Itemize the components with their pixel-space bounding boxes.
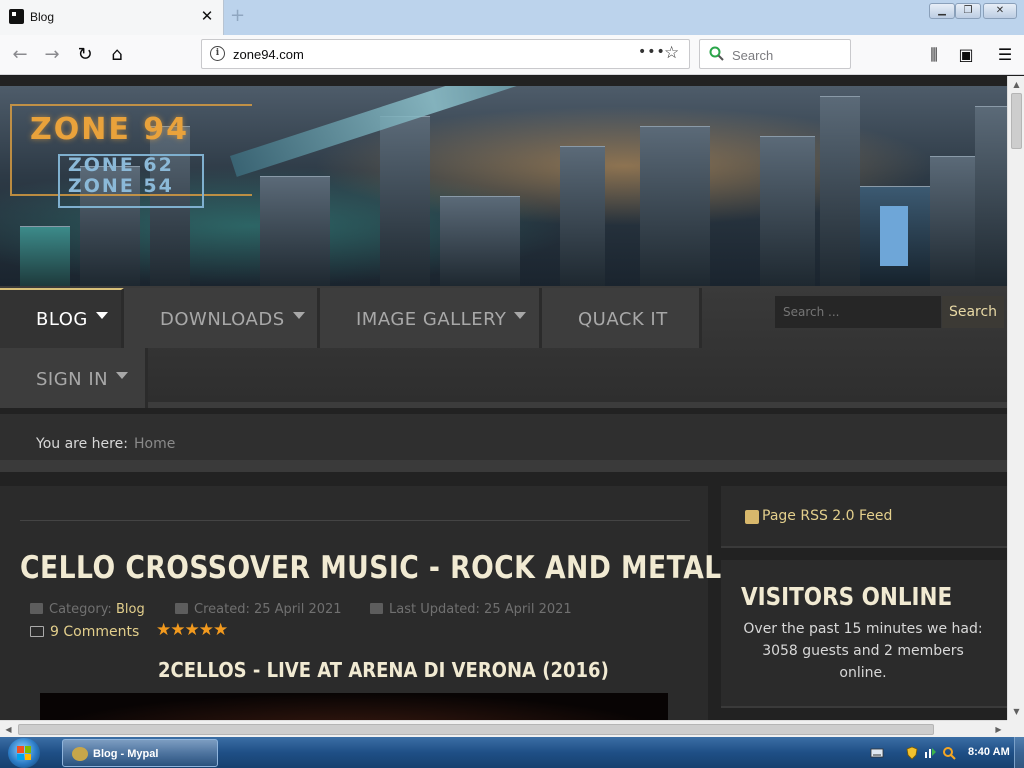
vertical-scroll-thumb[interactable]: [1011, 93, 1022, 149]
visitors-text: Over the past 15 minutes we had: 3058 gu…: [743, 621, 983, 681]
scroll-right-icon[interactable]: ▶: [990, 721, 1007, 738]
chevron-down-icon: [116, 372, 129, 379]
horizontal-scrollbar[interactable]: ◀ ▶: [0, 720, 1007, 737]
url-text[interactable]: zone94.com: [233, 47, 304, 62]
site-favicon-icon: [9, 9, 24, 24]
taskbar-window-label: Blog - Mypal: [93, 748, 159, 760]
sidebar-toggle-icon[interactable]: ▣: [952, 41, 980, 69]
menu-item-blog[interactable]: BLOG: [0, 288, 124, 348]
menu-item-downloads[interactable]: DOWNLOADS: [124, 288, 320, 348]
windows-logo-icon: [17, 746, 31, 760]
browser-search-placeholder: Search: [732, 48, 774, 63]
browser-search-bar[interactable]: Search: [699, 39, 851, 69]
tab-title: Blog: [30, 10, 55, 24]
rss-module: Page RSS 2.0 Feed: [721, 486, 1007, 548]
security-shield-icon[interactable]: [905, 746, 919, 760]
browser-titlebar: Blog ✕ + ▁ ❐ ✕: [0, 0, 1024, 35]
system-clock[interactable]: 8:40 AM: [968, 746, 1010, 758]
article-category: Category: Blog: [30, 602, 145, 617]
page-actions-icon[interactable]: •••: [638, 44, 666, 60]
main-menu: BLOG DOWNLOADS IMAGE GALLERY QUACK IT SI…: [0, 286, 1007, 408]
browser-navbar: ← → ↻ ⌂ i zone94.com ••• ☆ Search ⫼ ▣ ☰: [0, 35, 1024, 75]
chevron-down-icon: [292, 312, 305, 319]
start-button[interactable]: [8, 738, 40, 768]
breadcrumb-home-link[interactable]: Home: [134, 436, 175, 452]
site-search-button[interactable]: Search: [942, 296, 1004, 328]
page-viewport: ZONE 94 ZONE 62 ZONE 54 BLOG DOWNLOADS I…: [0, 76, 1007, 720]
forward-arrow-icon[interactable]: →: [38, 41, 66, 69]
scroll-up-icon[interactable]: ▲: [1008, 76, 1024, 93]
menu-item-quack-it[interactable]: QUACK IT: [542, 288, 702, 348]
video-title: 2CELLOS - LIVE AT ARENA DI VERONA (2016): [158, 658, 609, 682]
comments-link[interactable]: 9 Comments: [30, 624, 139, 640]
hamburger-menu-icon[interactable]: ☰: [991, 41, 1019, 69]
breadcrumb-label: You are here:: [36, 436, 128, 452]
search-engine-icon: [709, 46, 724, 61]
site-search-input[interactable]: [775, 296, 941, 328]
category-label: Category:: [49, 602, 112, 617]
site-logo[interactable]: ZONE 94 ZONE 62 ZONE 54: [10, 104, 252, 208]
breadcrumb: You are here: Home: [0, 414, 1007, 472]
menu-item-label: DOWNLOADS: [160, 309, 285, 330]
taskbar-window-button[interactable]: Blog - Mypal: [62, 739, 218, 767]
visitors-title: VISITORS ONLINE: [741, 582, 953, 611]
back-arrow-icon[interactable]: ←: [6, 41, 34, 69]
scroll-left-icon[interactable]: ◀: [0, 721, 17, 738]
network-icon[interactable]: [923, 746, 937, 760]
article-created: Created: 25 April 2021: [175, 602, 342, 617]
bookmark-star-icon[interactable]: ☆: [664, 43, 679, 63]
mypal-browser-icon: [72, 747, 88, 761]
menu-item-label: BLOG: [36, 309, 88, 330]
folder-icon: [30, 603, 43, 614]
new-tab-icon[interactable]: +: [230, 5, 245, 26]
logo-sub-text-2: ZONE 54: [68, 175, 174, 197]
rating-stars[interactable]: ★★★★★: [156, 620, 228, 640]
rss-feed-link[interactable]: Page RSS 2.0 Feed: [762, 508, 892, 524]
calendar-icon: [370, 603, 383, 614]
menu-item-image-gallery[interactable]: IMAGE GALLERY: [320, 288, 542, 348]
logo-sub-text-1: ZONE 62: [68, 154, 174, 176]
comments-count: 9 Comments: [50, 624, 140, 640]
updated-date: Last Updated: 25 April 2021: [389, 602, 572, 617]
menu-item-label: SIGN IN: [36, 369, 109, 390]
menu-item-sign-in[interactable]: SIGN IN: [0, 348, 148, 408]
embedded-video[interactable]: [40, 693, 668, 720]
tab-close-icon[interactable]: ✕: [199, 7, 215, 25]
keyboard-icon[interactable]: [870, 746, 884, 760]
comment-icon: [30, 626, 44, 637]
menu-item-label: IMAGE GALLERY: [356, 309, 507, 330]
chevron-down-icon: [95, 312, 108, 319]
search-tray-icon[interactable]: [942, 746, 956, 760]
created-date: Created: 25 April 2021: [194, 602, 342, 617]
minimize-button[interactable]: ▁: [929, 3, 955, 19]
close-window-button[interactable]: ✕: [983, 3, 1017, 19]
chevron-down-icon: [514, 312, 527, 319]
scrollbar-corner: [1007, 720, 1024, 737]
vertical-scrollbar[interactable]: ▲ ▼: [1007, 76, 1024, 720]
library-icon[interactable]: ⫼: [920, 41, 948, 69]
visitors-online-module: VISITORS ONLINE Over the past 15 minutes…: [721, 560, 1007, 708]
category-link[interactable]: Blog: [116, 602, 145, 617]
main-content: CELLO CROSSOVER MUSIC - ROCK AND METAL C…: [0, 486, 721, 720]
browser-tab[interactable]: Blog ✕: [0, 0, 224, 35]
restore-button[interactable]: ❐: [955, 3, 981, 19]
header-banner: ZONE 94 ZONE 62 ZONE 54: [0, 86, 1007, 286]
divider: [20, 520, 690, 521]
horizontal-scroll-thumb[interactable]: [18, 724, 934, 735]
windows-taskbar: Blog - Mypal 8:40 AM: [0, 737, 1024, 768]
scroll-down-icon[interactable]: ▼: [1008, 703, 1024, 720]
show-desktop-button[interactable]: [1014, 737, 1024, 768]
logo-main-text: ZONE 94: [30, 112, 190, 147]
article-title[interactable]: CELLO CROSSOVER MUSIC - ROCK AND METAL: [20, 550, 722, 586]
home-icon[interactable]: ⌂: [103, 41, 131, 69]
url-bar[interactable]: i zone94.com ••• ☆: [201, 39, 690, 69]
rss-icon: [745, 510, 759, 524]
reload-icon[interactable]: ↻: [71, 41, 99, 69]
article-updated: Last Updated: 25 April 2021: [370, 602, 572, 617]
calendar-icon: [175, 603, 188, 614]
site-info-icon[interactable]: i: [210, 46, 225, 61]
menu-item-label: QUACK IT: [578, 309, 668, 330]
